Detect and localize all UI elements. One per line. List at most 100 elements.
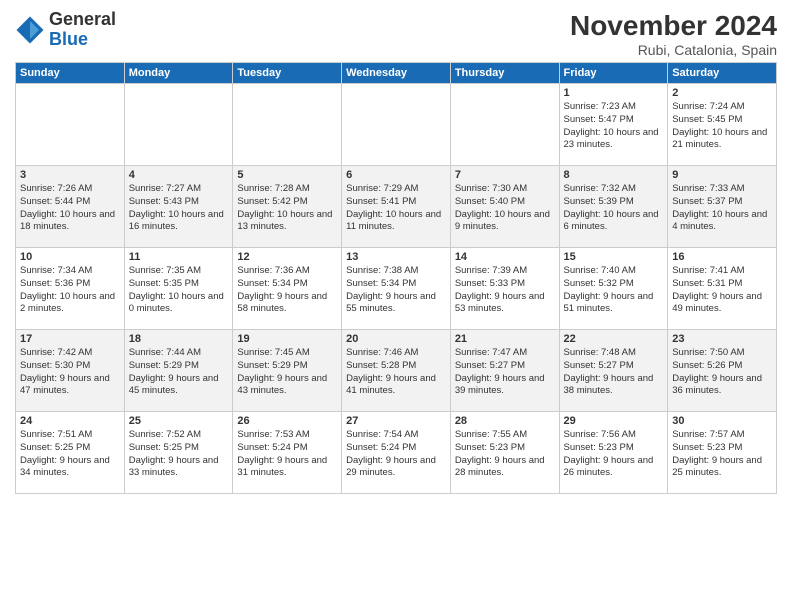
- page-container: General Blue November 2024 Rubi, Catalon…: [0, 0, 792, 499]
- day-cell-empty: [16, 84, 125, 166]
- day-info: Daylight: 9 hours and 38 minutes.: [564, 373, 664, 399]
- weekday-header-sunday: Sunday: [16, 63, 125, 84]
- day-info: Daylight: 10 hours and 16 minutes.: [129, 209, 229, 235]
- week-row-1: 3Sunrise: 7:26 AMSunset: 5:44 PMDaylight…: [16, 166, 777, 248]
- day-info: Sunset: 5:42 PM: [237, 196, 337, 209]
- day-info: Sunset: 5:29 PM: [237, 360, 337, 373]
- day-number: 2: [672, 87, 772, 99]
- day-info: Sunset: 5:31 PM: [672, 278, 772, 291]
- day-info: Sunrise: 7:48 AM: [564, 347, 664, 360]
- day-info: Sunset: 5:36 PM: [20, 278, 120, 291]
- day-cell-empty: [233, 84, 342, 166]
- day-number: 5: [237, 169, 337, 181]
- day-cell-24: 24Sunrise: 7:51 AMSunset: 5:25 PMDayligh…: [16, 412, 125, 494]
- week-row-0: 1Sunrise: 7:23 AMSunset: 5:47 PMDaylight…: [16, 84, 777, 166]
- day-info: Daylight: 9 hours and 33 minutes.: [129, 455, 229, 481]
- header: General Blue November 2024 Rubi, Catalon…: [15, 10, 777, 58]
- day-number: 25: [129, 415, 229, 427]
- day-cell-1: 1Sunrise: 7:23 AMSunset: 5:47 PMDaylight…: [559, 84, 668, 166]
- day-info: Daylight: 9 hours and 31 minutes.: [237, 455, 337, 481]
- day-number: 30: [672, 415, 772, 427]
- day-cell-14: 14Sunrise: 7:39 AMSunset: 5:33 PMDayligh…: [450, 248, 559, 330]
- day-info: Sunrise: 7:57 AM: [672, 429, 772, 442]
- day-info: Daylight: 9 hours and 47 minutes.: [20, 373, 120, 399]
- day-info: Sunrise: 7:55 AM: [455, 429, 555, 442]
- day-cell-29: 29Sunrise: 7:56 AMSunset: 5:23 PMDayligh…: [559, 412, 668, 494]
- day-info: Sunrise: 7:46 AM: [346, 347, 446, 360]
- day-number: 6: [346, 169, 446, 181]
- day-info: Sunrise: 7:27 AM: [129, 183, 229, 196]
- day-info: Sunrise: 7:26 AM: [20, 183, 120, 196]
- day-info: Daylight: 9 hours and 39 minutes.: [455, 373, 555, 399]
- day-info: Sunset: 5:40 PM: [455, 196, 555, 209]
- day-number: 4: [129, 169, 229, 181]
- day-cell-3: 3Sunrise: 7:26 AMSunset: 5:44 PMDaylight…: [16, 166, 125, 248]
- day-info: Daylight: 10 hours and 11 minutes.: [346, 209, 446, 235]
- day-cell-6: 6Sunrise: 7:29 AMSunset: 5:41 PMDaylight…: [342, 166, 451, 248]
- day-info: Sunrise: 7:47 AM: [455, 347, 555, 360]
- day-info: Daylight: 9 hours and 25 minutes.: [672, 455, 772, 481]
- day-info: Sunrise: 7:44 AM: [129, 347, 229, 360]
- day-number: 9: [672, 169, 772, 181]
- day-info: Sunset: 5:41 PM: [346, 196, 446, 209]
- week-row-4: 24Sunrise: 7:51 AMSunset: 5:25 PMDayligh…: [16, 412, 777, 494]
- day-cell-28: 28Sunrise: 7:55 AMSunset: 5:23 PMDayligh…: [450, 412, 559, 494]
- day-info: Sunset: 5:28 PM: [346, 360, 446, 373]
- day-cell-27: 27Sunrise: 7:54 AMSunset: 5:24 PMDayligh…: [342, 412, 451, 494]
- location: Rubi, Catalonia, Spain: [570, 42, 777, 58]
- day-cell-13: 13Sunrise: 7:38 AMSunset: 5:34 PMDayligh…: [342, 248, 451, 330]
- day-info: Daylight: 9 hours and 58 minutes.: [237, 291, 337, 317]
- day-info: Sunset: 5:27 PM: [564, 360, 664, 373]
- day-info: Sunset: 5:34 PM: [346, 278, 446, 291]
- day-cell-19: 19Sunrise: 7:45 AMSunset: 5:29 PMDayligh…: [233, 330, 342, 412]
- day-cell-empty: [124, 84, 233, 166]
- day-info: Sunrise: 7:41 AM: [672, 265, 772, 278]
- day-number: 12: [237, 251, 337, 263]
- logo-text: General Blue: [49, 10, 116, 50]
- calendar-table: SundayMondayTuesdayWednesdayThursdayFrid…: [15, 62, 777, 494]
- day-cell-5: 5Sunrise: 7:28 AMSunset: 5:42 PMDaylight…: [233, 166, 342, 248]
- day-info: Sunrise: 7:34 AM: [20, 265, 120, 278]
- day-cell-26: 26Sunrise: 7:53 AMSunset: 5:24 PMDayligh…: [233, 412, 342, 494]
- day-info: Daylight: 9 hours and 36 minutes.: [672, 373, 772, 399]
- day-number: 20: [346, 333, 446, 345]
- day-cell-empty: [450, 84, 559, 166]
- weekday-header-wednesday: Wednesday: [342, 63, 451, 84]
- day-info: Daylight: 9 hours and 41 minutes.: [346, 373, 446, 399]
- day-info: Sunset: 5:30 PM: [20, 360, 120, 373]
- logo-line2: Blue: [49, 29, 88, 49]
- day-info: Daylight: 9 hours and 43 minutes.: [237, 373, 337, 399]
- day-info: Daylight: 10 hours and 6 minutes.: [564, 209, 664, 235]
- week-row-2: 10Sunrise: 7:34 AMSunset: 5:36 PMDayligh…: [16, 248, 777, 330]
- day-number: 16: [672, 251, 772, 263]
- day-cell-empty: [342, 84, 451, 166]
- weekday-row: SundayMondayTuesdayWednesdayThursdayFrid…: [16, 63, 777, 84]
- day-cell-11: 11Sunrise: 7:35 AMSunset: 5:35 PMDayligh…: [124, 248, 233, 330]
- day-info: Daylight: 9 hours and 55 minutes.: [346, 291, 446, 317]
- day-number: 11: [129, 251, 229, 263]
- day-info: Sunrise: 7:28 AM: [237, 183, 337, 196]
- day-info: Sunset: 5:43 PM: [129, 196, 229, 209]
- day-info: Sunset: 5:23 PM: [564, 442, 664, 455]
- day-cell-30: 30 Sunrise: 7:57 AMSunset: 5:23 PMDayligh…: [668, 412, 777, 494]
- day-info: Sunset: 5:25 PM: [20, 442, 120, 455]
- day-info: Sunset: 5:23 PM: [672, 442, 772, 455]
- day-number: 15: [564, 251, 664, 263]
- day-info: Sunset: 5:23 PM: [455, 442, 555, 455]
- day-info: Sunset: 5:26 PM: [672, 360, 772, 373]
- day-cell-12: 12Sunrise: 7:36 AMSunset: 5:34 PMDayligh…: [233, 248, 342, 330]
- day-info: Daylight: 9 hours and 26 minutes.: [564, 455, 664, 481]
- day-info: Sunrise: 7:23 AM: [564, 101, 664, 114]
- day-info: Sunset: 5:34 PM: [237, 278, 337, 291]
- day-info: Sunset: 5:45 PM: [672, 114, 772, 127]
- day-info: Daylight: 10 hours and 2 minutes.: [20, 291, 120, 317]
- day-info: Sunrise: 7:24 AM: [672, 101, 772, 114]
- day-info: Sunset: 5:39 PM: [564, 196, 664, 209]
- day-info: Sunset: 5:33 PM: [455, 278, 555, 291]
- day-number: 17: [20, 333, 120, 345]
- day-info: Daylight: 10 hours and 18 minutes.: [20, 209, 120, 235]
- day-info: Daylight: 9 hours and 51 minutes.: [564, 291, 664, 317]
- day-cell-22: 22Sunrise: 7:48 AMSunset: 5:27 PMDayligh…: [559, 330, 668, 412]
- day-info: Sunrise: 7:33 AM: [672, 183, 772, 196]
- day-cell-17: 17Sunrise: 7:42 AMSunset: 5:30 PMDayligh…: [16, 330, 125, 412]
